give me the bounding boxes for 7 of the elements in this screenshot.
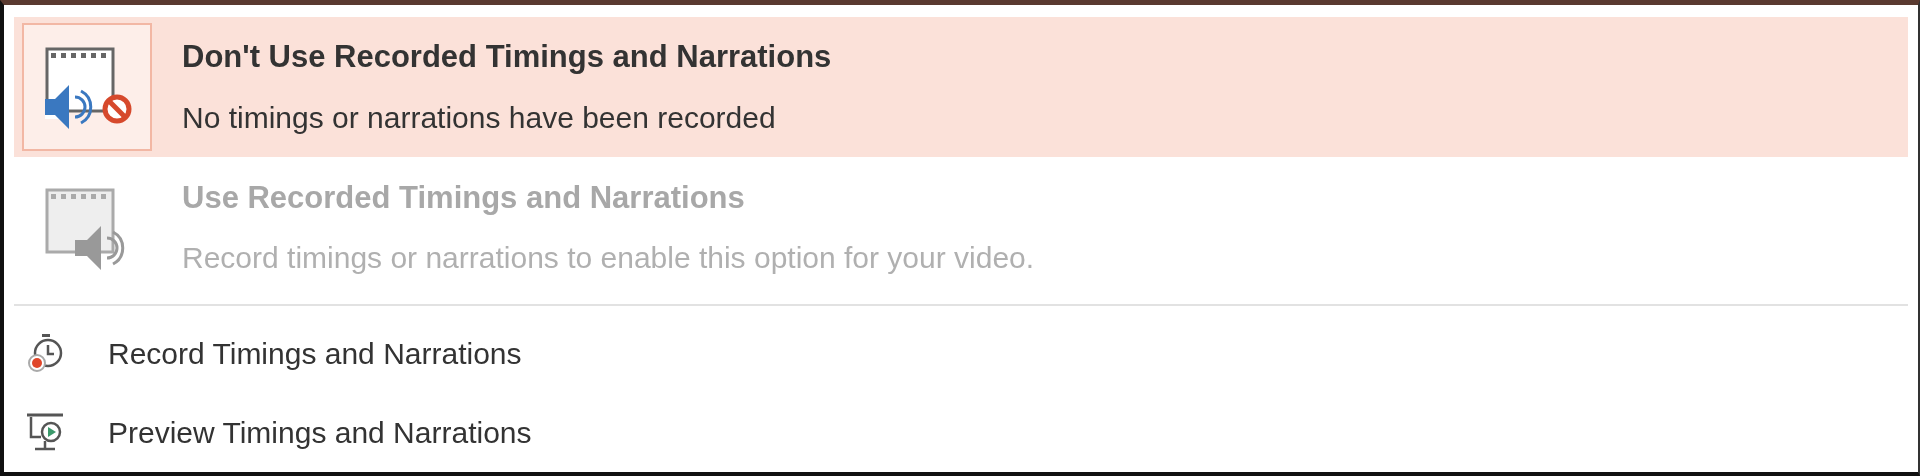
item-description: No timings or narrations have been recorded [182, 99, 777, 136]
item-title: Don't Use Recorded Timings and Narrations [182, 38, 832, 77]
item-description: Record timings or narrations to enable this option for your video. [182, 240, 1035, 277]
item-title: Use Recorded Timings and Narrations [182, 178, 746, 217]
item-label: Record Timings and Narrations [108, 335, 522, 372]
menu-item[interactable]: Don't Use Recorded Timings and Narrations No timings or narrations have been recorded [14, 17, 1908, 158]
item-label: Preview Timings and Narrations [108, 414, 532, 451]
